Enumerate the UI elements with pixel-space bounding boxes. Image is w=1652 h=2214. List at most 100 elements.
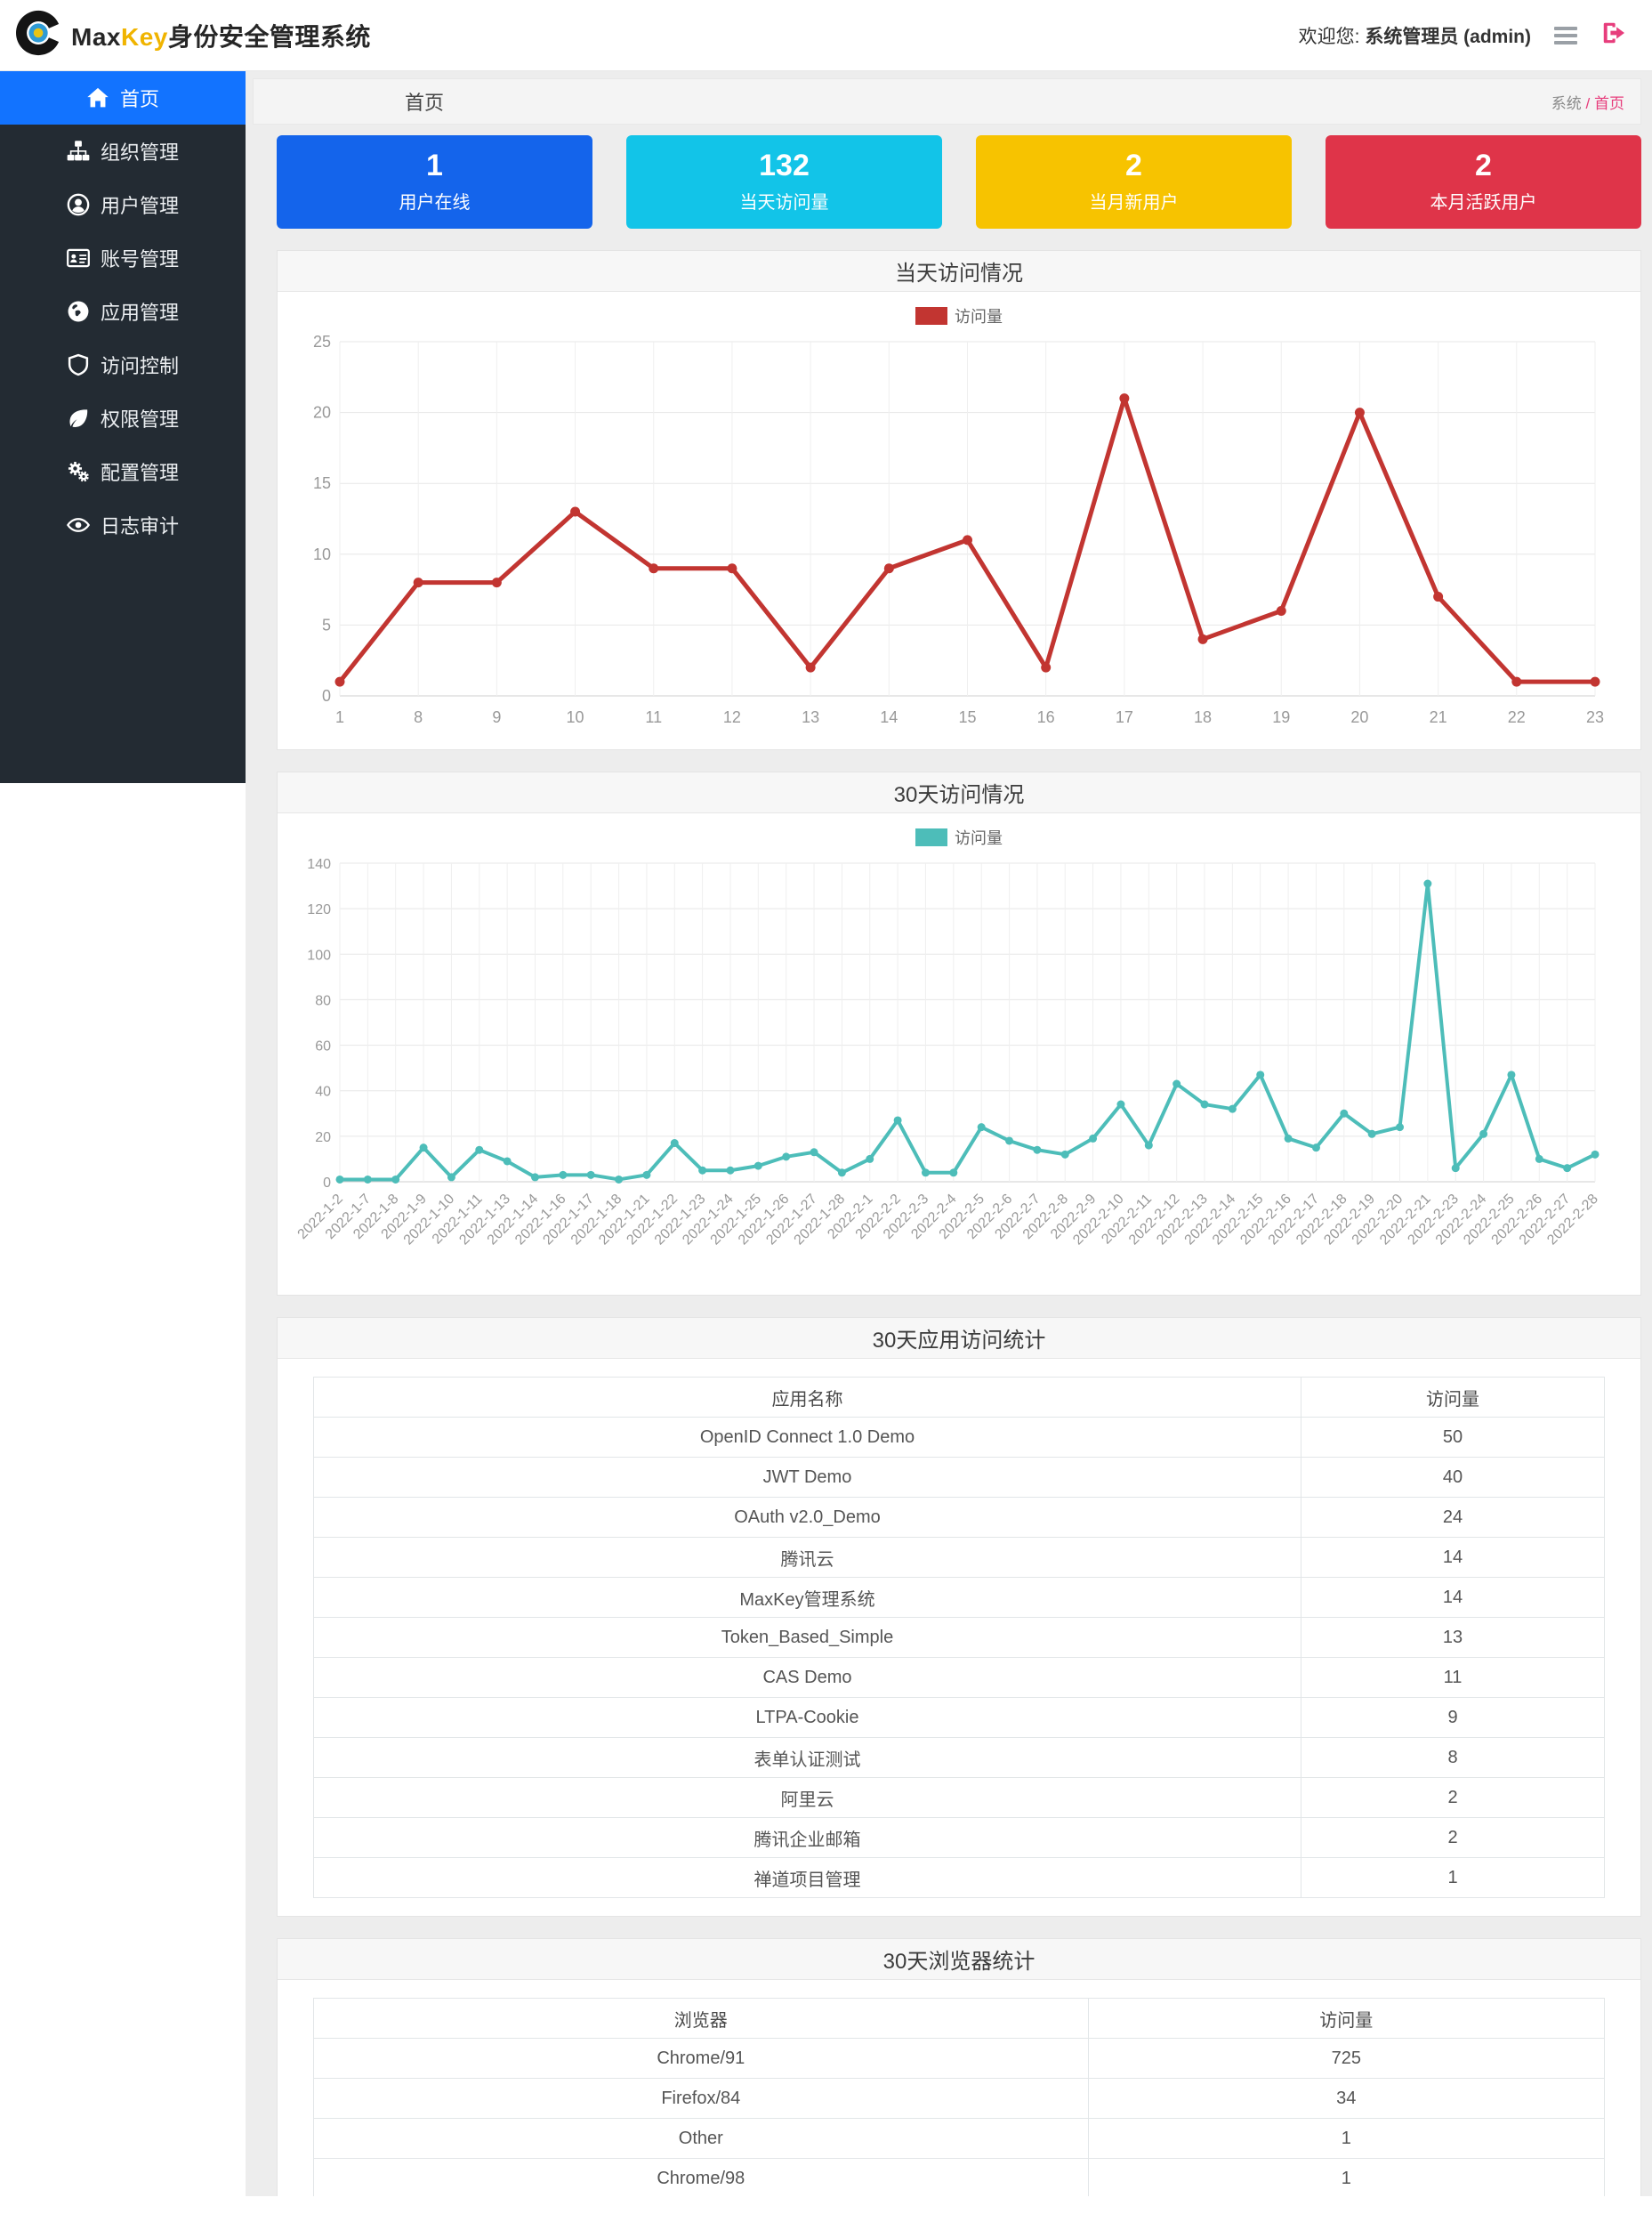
table-cell: OpenID Connect 1.0 Demo bbox=[314, 1418, 1301, 1458]
table-cell: 50 bbox=[1301, 1418, 1605, 1458]
main-content: 首页 系统 / 首页 1用户在线132当天访问量2当月新用户2本月活跃用户 当天… bbox=[246, 71, 1652, 2214]
table-cell: 13 bbox=[1301, 1618, 1605, 1658]
table-cell: 1 bbox=[1088, 2119, 1604, 2159]
svg-text:17: 17 bbox=[1116, 708, 1133, 726]
sidebar-item-1[interactable]: 首页 bbox=[0, 71, 246, 125]
sidebar-item-label: 访问控制 bbox=[101, 351, 179, 379]
panel-today-visits: 当天访问情况 访问量 05101520251891011121314151617… bbox=[277, 250, 1641, 750]
svg-text:15: 15 bbox=[958, 708, 976, 726]
app-title: MaxKey身份安全管理系统 bbox=[71, 18, 371, 53]
column-header: 应用名称 bbox=[314, 1378, 1301, 1418]
table-cell: JWT Demo bbox=[314, 1458, 1301, 1498]
table-cell: Firefox/84 bbox=[314, 2079, 1089, 2119]
stat-card-3: 2当月新用户 bbox=[976, 135, 1292, 229]
column-header: 访问量 bbox=[1088, 1999, 1604, 2039]
chart-legend[interactable]: 访问量 bbox=[288, 301, 1630, 331]
svg-text:23: 23 bbox=[1586, 708, 1604, 726]
table-cell: 腾讯云 bbox=[314, 1538, 1301, 1578]
sidebar: 首页组织管理用户管理账号管理应用管理访问控制权限管理配置管理日志审计 bbox=[0, 71, 246, 783]
svg-text:0: 0 bbox=[323, 1176, 331, 1191]
breadcrumb: 首页 系统 / 首页 bbox=[253, 78, 1641, 125]
table-cell: 8 bbox=[1301, 1738, 1605, 1778]
table-row: 阿里云2 bbox=[314, 1778, 1605, 1818]
svg-text:120: 120 bbox=[307, 902, 331, 917]
sidebar-item-3[interactable]: 用户管理 bbox=[0, 178, 246, 231]
logout-icon[interactable] bbox=[1600, 20, 1627, 51]
legend-label: 访问量 bbox=[955, 826, 1003, 849]
table-row: 表单认证测试8 bbox=[314, 1738, 1605, 1778]
svg-text:10: 10 bbox=[313, 545, 331, 563]
svg-text:21: 21 bbox=[1430, 708, 1447, 726]
table-row: MaxKey管理系统14 bbox=[314, 1578, 1605, 1618]
leaf-icon bbox=[67, 407, 90, 430]
sidebar-item-9[interactable]: 日志审计 bbox=[0, 498, 246, 552]
table-cell: 禅道项目管理 bbox=[314, 1858, 1301, 1898]
legend-swatch bbox=[915, 307, 947, 325]
table-row: LTPA-Cookie9 bbox=[314, 1698, 1605, 1738]
svg-text:14: 14 bbox=[880, 708, 898, 726]
svg-text:80: 80 bbox=[315, 993, 331, 1008]
table-cell: LTPA-Cookie bbox=[314, 1698, 1301, 1738]
svg-text:9: 9 bbox=[492, 708, 501, 726]
browser-visits-table: 浏览器访问量Chrome/91725Firefox/8434Other1Chro… bbox=[288, 1998, 1630, 2199]
table-cell: 表单认证测试 bbox=[314, 1738, 1301, 1778]
data-table: 应用名称访问量OpenID Connect 1.0 Demo50JWT Demo… bbox=[313, 1377, 1605, 1898]
sidebar-item-label: 组织管理 bbox=[101, 137, 179, 166]
svg-text:20: 20 bbox=[315, 1130, 331, 1145]
table-cell: MaxKey管理系统 bbox=[314, 1578, 1301, 1618]
table-row: 腾讯企业邮箱2 bbox=[314, 1818, 1605, 1858]
table-cell: CAS Demo bbox=[314, 1658, 1301, 1698]
sidebar-item-4[interactable]: 账号管理 bbox=[0, 231, 246, 285]
sidebar-item-5[interactable]: 应用管理 bbox=[0, 285, 246, 338]
table-cell: Chrome/91 bbox=[314, 2039, 1089, 2079]
table-cell: 2 bbox=[1301, 1778, 1605, 1818]
shield-icon bbox=[67, 353, 90, 376]
legend-label: 访问量 bbox=[955, 304, 1003, 327]
eye-icon bbox=[67, 513, 90, 537]
table-cell: 2 bbox=[1301, 1818, 1605, 1858]
table-cell: 9 bbox=[1301, 1698, 1605, 1738]
sidebar-item-label: 首页 bbox=[120, 84, 159, 112]
svg-text:8: 8 bbox=[414, 708, 423, 726]
sidebar-item-2[interactable]: 组织管理 bbox=[0, 125, 246, 178]
top-header: MaxKey身份安全管理系统 欢迎您: 系统管理员 (admin) bbox=[0, 0, 1652, 71]
panel-30day-app-stats: 30天应用访问统计 应用名称访问量OpenID Connect 1.0 Demo… bbox=[277, 1317, 1641, 1917]
sidebar-item-label: 账号管理 bbox=[101, 244, 179, 272]
panel-30day-visits: 30天访问情况 访问量 0204060801001201402022-1-220… bbox=[277, 772, 1641, 1296]
svg-text:18: 18 bbox=[1194, 708, 1212, 726]
chart-legend[interactable]: 访问量 bbox=[288, 822, 1630, 852]
page-title: 首页 bbox=[405, 87, 444, 116]
table-cell: 阿里云 bbox=[314, 1778, 1301, 1818]
maxkey-logo-icon bbox=[16, 9, 64, 61]
stat-value: 132 bbox=[759, 150, 810, 181]
column-header: 访问量 bbox=[1301, 1378, 1605, 1418]
id-card-icon bbox=[67, 246, 90, 270]
svg-text:13: 13 bbox=[802, 708, 819, 726]
table-cell: Other bbox=[314, 2119, 1089, 2159]
svg-text:20: 20 bbox=[1350, 708, 1368, 726]
table-cell: 725 bbox=[1088, 2039, 1604, 2079]
table-cell: 24 bbox=[1301, 1498, 1605, 1538]
sidebar-item-label: 用户管理 bbox=[101, 190, 179, 219]
sidebar-item-8[interactable]: 配置管理 bbox=[0, 445, 246, 498]
stat-label: 当天访问量 bbox=[740, 188, 829, 214]
stat-value: 1 bbox=[426, 150, 443, 181]
breadcrumb-root-link[interactable]: 系统 bbox=[1551, 95, 1582, 112]
hamburger-icon[interactable] bbox=[1554, 27, 1577, 44]
table-cell: 34 bbox=[1088, 2079, 1604, 2119]
sidebar-item-6[interactable]: 访问控制 bbox=[0, 338, 246, 392]
table-cell: 11 bbox=[1301, 1658, 1605, 1698]
svg-text:15: 15 bbox=[313, 474, 331, 492]
stat-label: 用户在线 bbox=[399, 188, 471, 214]
svg-text:140: 140 bbox=[307, 857, 331, 872]
breadcrumb-current-link[interactable]: 首页 bbox=[1594, 95, 1624, 112]
panel-title: 30天浏览器统计 bbox=[278, 1939, 1640, 1980]
table-row: 禅道项目管理1 bbox=[314, 1858, 1605, 1898]
table-cell: 14 bbox=[1301, 1538, 1605, 1578]
stat-card-4: 2本月活跃用户 bbox=[1326, 135, 1641, 229]
sidebar-item-7[interactable]: 权限管理 bbox=[0, 392, 246, 445]
table-cell: 40 bbox=[1301, 1458, 1605, 1498]
brand-logo[interactable]: MaxKey身份安全管理系统 bbox=[16, 9, 371, 61]
table-header-row: 浏览器访问量 bbox=[314, 1999, 1605, 2039]
table-header-row: 应用名称访问量 bbox=[314, 1378, 1605, 1418]
